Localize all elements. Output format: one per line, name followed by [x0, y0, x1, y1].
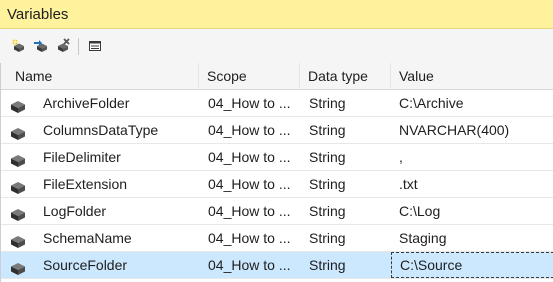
variable-type-cell[interactable]: String	[300, 90, 391, 116]
variable-name-cell[interactable]: FileDelimiter	[37, 144, 199, 170]
variable-type-cell[interactable]: String	[300, 144, 391, 170]
table-row[interactable]: SchemaName 04_How to ... String Staging	[1, 225, 553, 252]
variable-name-cell[interactable]: FileExtension	[37, 171, 199, 197]
variable-value-cell[interactable]: NVARCHAR(400)	[391, 117, 553, 143]
variable-type-cell[interactable]: String	[300, 225, 391, 251]
delete-variable-icon[interactable]	[54, 37, 72, 55]
column-header-value-label: Value	[399, 68, 434, 84]
variable-scope-cell[interactable]: 04_How to ...	[199, 144, 300, 170]
table-row[interactable]: SourceFolder 04_How to ... String C:\Source	[1, 252, 553, 279]
variable-scope-cell[interactable]: 04_How to ...	[199, 198, 300, 224]
variable-icon	[10, 204, 26, 221]
variable-icon	[10, 177, 26, 194]
grid-options-icon[interactable]	[86, 37, 104, 55]
variable-scope-cell[interactable]: 04_How to ...	[199, 90, 300, 116]
variable-name-cell[interactable]: SchemaName	[37, 225, 199, 251]
variable-type-cell[interactable]: String	[300, 252, 391, 278]
column-header-data-type[interactable]: Data type	[300, 63, 391, 90]
variable-icon-cell	[1, 144, 37, 170]
column-header-name-label: Name	[15, 68, 53, 84]
variable-icon-cell	[1, 171, 37, 197]
window-title-bar: Variables	[0, 0, 553, 29]
variable-type-cell[interactable]: String	[300, 171, 391, 197]
variable-type-cell[interactable]: String	[300, 198, 391, 224]
column-header-name[interactable]: Name	[1, 63, 199, 90]
variable-value-cell[interactable]: C:\Archive	[391, 90, 553, 116]
table-row[interactable]: FileDelimiter 04_How to ... String,	[1, 144, 553, 171]
variable-icon-cell	[1, 117, 37, 143]
column-header-data-type-label: Data type	[308, 68, 368, 84]
variable-icon	[10, 231, 26, 248]
variable-value-cell[interactable]: .txt	[391, 171, 553, 197]
table-row[interactable]: LogFolder 04_How to ... String C:\Log	[1, 198, 553, 225]
window-title: Variables	[7, 6, 69, 23]
variable-scope-cell[interactable]: 04_How to ...	[199, 117, 300, 143]
variable-scope-cell[interactable]: 04_How to ...	[199, 225, 300, 251]
table-row[interactable]: FileExtension 04_How to ... String .txt	[1, 171, 553, 198]
variable-icon-cell	[1, 225, 37, 251]
variable-name-cell[interactable]: SourceFolder	[37, 252, 199, 278]
variable-value-cell[interactable]: C:\Log	[391, 198, 553, 224]
variable-scope-cell[interactable]: 04_How to ...	[199, 252, 300, 278]
table-row[interactable]: ArchiveFolder 04_How to ... String C:\Archi…	[1, 90, 553, 117]
column-header-value[interactable]: Value	[391, 63, 553, 90]
variables-grid: Name Scope Data type Value ArchiveFolder…	[0, 63, 553, 282]
variable-value-cell[interactable]: ,	[391, 144, 553, 170]
variable-type-cell[interactable]: String	[300, 117, 391, 143]
variable-icon	[10, 123, 26, 140]
variable-name-cell[interactable]: ColumnsDataType	[37, 117, 199, 143]
variable-value-cell[interactable]: C:\Source	[391, 252, 553, 278]
add-variable-icon[interactable]	[10, 37, 28, 55]
column-header-scope[interactable]: Scope	[199, 63, 300, 90]
grid-header: Name Scope Data type Value	[1, 63, 553, 90]
variable-icon	[10, 150, 26, 167]
variable-name-cell[interactable]: LogFolder	[37, 198, 199, 224]
variable-icon-cell	[1, 90, 37, 116]
variable-icon-cell	[1, 198, 37, 224]
variable-icon-cell	[1, 252, 37, 278]
toolbar	[0, 29, 553, 63]
move-variable-icon[interactable]	[32, 37, 50, 55]
variable-icon	[10, 258, 26, 275]
variable-value-cell[interactable]: Staging	[391, 225, 553, 251]
variable-name-cell[interactable]: ArchiveFolder	[37, 90, 199, 116]
variable-icon	[10, 96, 26, 113]
variable-scope-cell[interactable]: 04_How to ...	[199, 171, 300, 197]
toolbar-separator	[78, 38, 79, 55]
table-row[interactable]: ColumnsDataType 04_How to ... String NVARCH…	[1, 117, 553, 144]
column-header-scope-label: Scope	[207, 68, 247, 84]
